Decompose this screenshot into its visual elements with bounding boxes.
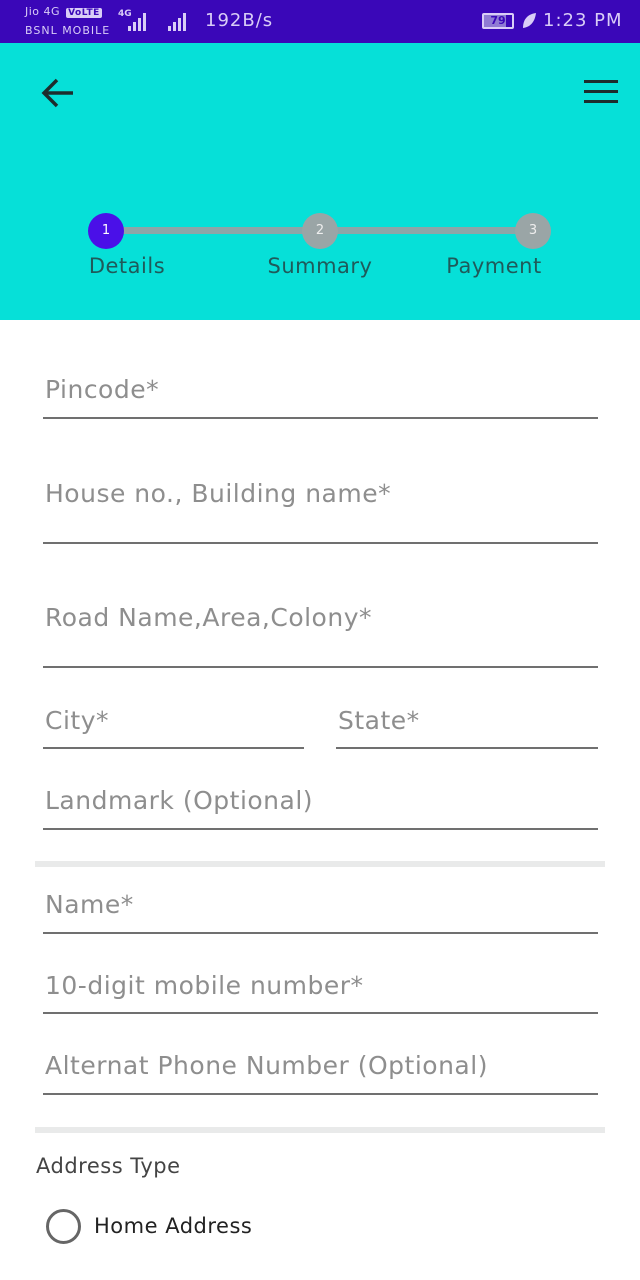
step-1-label: Details [88,254,166,278]
city-field [43,706,304,749]
section-divider [35,1127,605,1133]
city-input[interactable] [43,706,304,735]
step-3-indicator: 3 [515,213,551,249]
signal-strength-icon [128,13,146,31]
status-bar: Jio 4G VoLTE BSNL MOBILE 4G 192B/s 79 1:… [0,0,640,43]
home-address-label: Home Address [94,1214,253,1238]
leaf-icon [523,13,536,28]
step-2-indicator: 2 [302,213,338,249]
volte-badge: VoLTE [66,8,102,18]
back-button[interactable] [38,75,80,111]
state-field [336,706,598,749]
step-2-label: Summary [267,254,373,278]
landmark-field [43,786,598,830]
section-divider [35,861,605,867]
home-address-option[interactable]: Home Address [46,1209,366,1245]
road-field [43,603,598,668]
house-field [43,479,598,544]
carrier-primary-label: Jio 4G [25,5,61,18]
radio-button[interactable] [46,1209,81,1244]
step-3-label: Payment [446,254,542,278]
hamburger-menu-icon [584,80,618,103]
pincode-field [43,375,598,419]
road-input[interactable] [43,603,598,632]
menu-button[interactable] [582,77,620,107]
battery-level: 79 [490,14,506,27]
arrow-left-icon [41,78,73,108]
network-speed: 192B/s [205,10,274,31]
name-input[interactable] [43,890,598,919]
mobile-field [43,971,598,1014]
mobile-input[interactable] [43,971,598,1000]
step-1-indicator: 1 [88,213,124,249]
alt-phone-field [43,1051,598,1095]
alt-phone-input[interactable] [43,1051,598,1080]
clock: 1:23 PM [543,10,623,31]
signal-strength-icon [168,13,186,31]
state-input[interactable] [336,706,598,735]
carrier-primary: Jio 4G VoLTE [25,5,102,18]
carrier-secondary: BSNL MOBILE [25,24,111,37]
address-type-title: Address Type [36,1154,181,1178]
battery-icon: 79 [482,13,514,29]
name-field [43,890,598,934]
house-input[interactable] [43,479,598,508]
pincode-input[interactable] [43,375,598,404]
checkout-header: 1 2 3 Details Summary Payment [0,43,640,320]
landmark-input[interactable] [43,786,598,815]
